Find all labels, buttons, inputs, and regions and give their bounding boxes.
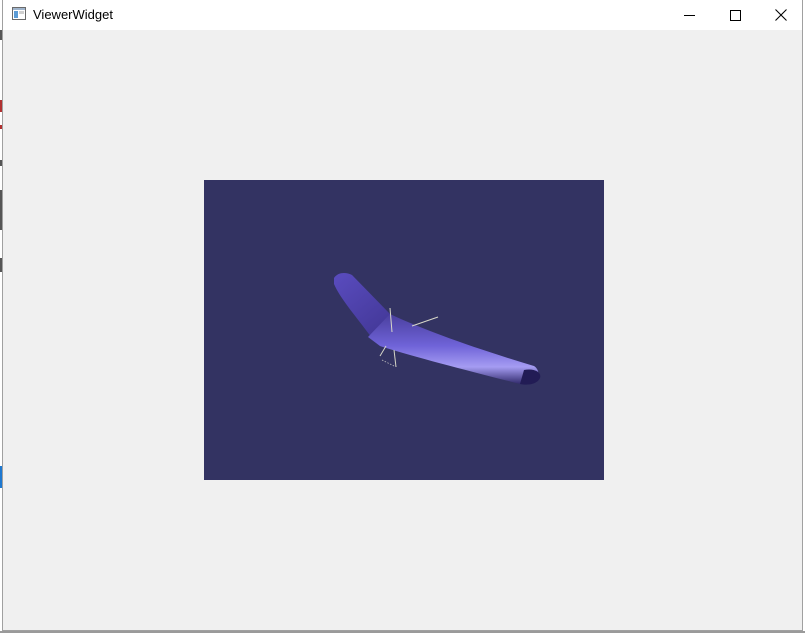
viewer-window: ViewerWidget xyxy=(2,0,803,631)
close-button[interactable] xyxy=(758,0,804,30)
minimize-button[interactable] xyxy=(666,0,712,30)
maximize-icon xyxy=(729,9,741,21)
title-bar[interactable]: ViewerWidget xyxy=(3,0,802,30)
minimize-icon xyxy=(683,10,695,21)
app-window-icon xyxy=(12,7,26,20)
aircraft-model-render xyxy=(334,273,541,385)
window-title: ViewerWidget xyxy=(33,7,113,22)
maximize-button[interactable] xyxy=(712,0,758,30)
3d-viewport[interactable] xyxy=(204,180,604,480)
close-icon xyxy=(775,9,787,21)
